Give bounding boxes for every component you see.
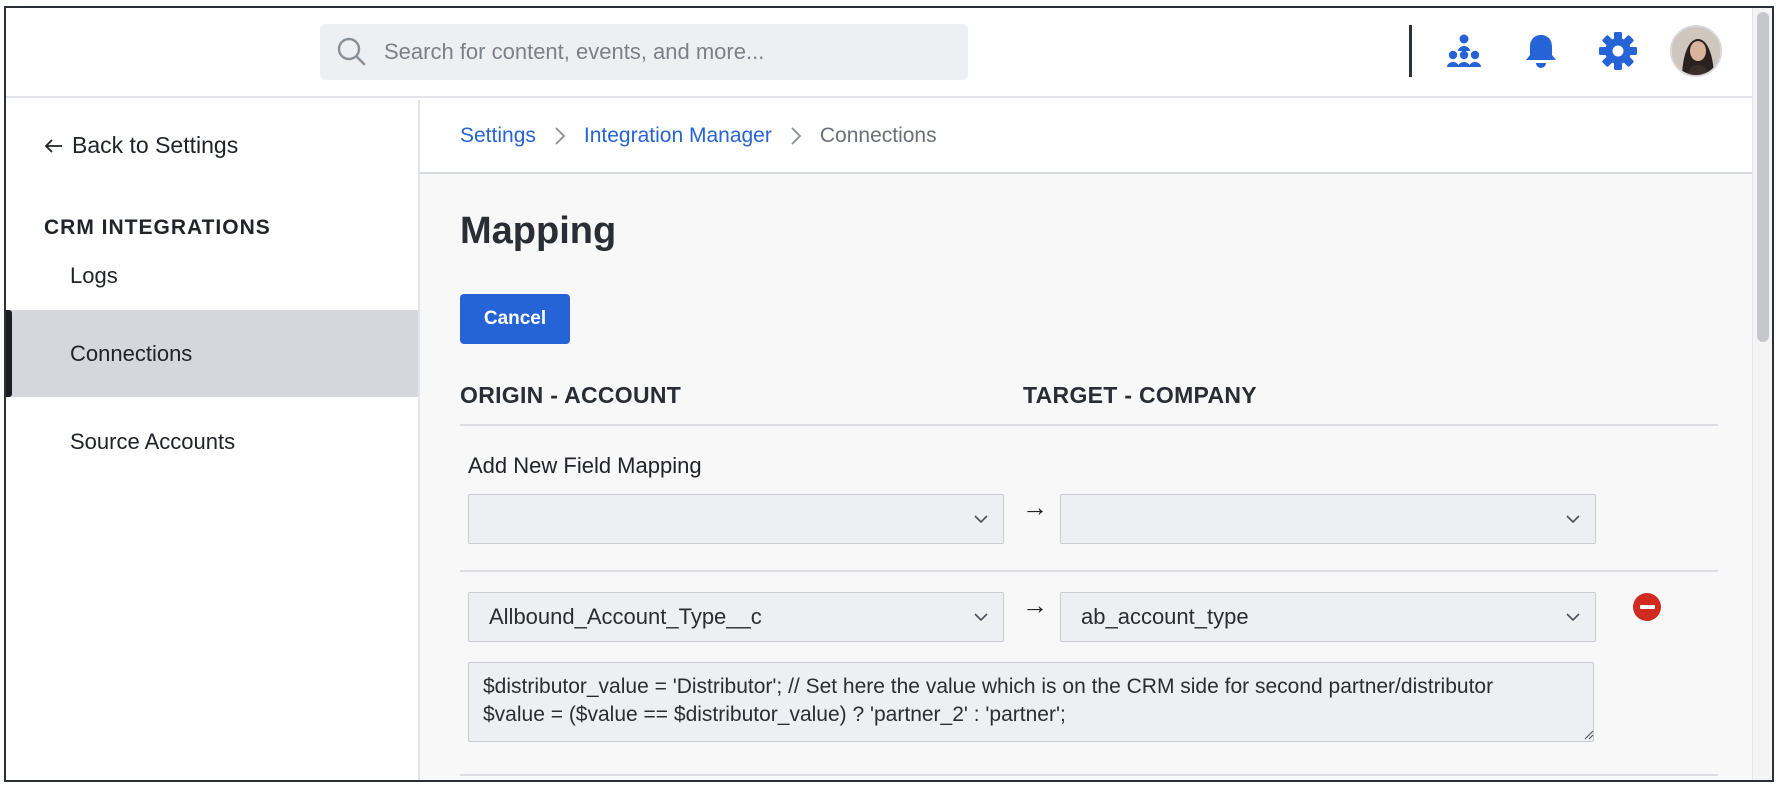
search-input[interactable] (384, 39, 944, 65)
target-column-heading: TARGET - COMPANY (1023, 382, 1257, 408)
remove-mapping-button[interactable] (1633, 593, 1661, 621)
sidebar-item-label: Connections (70, 340, 193, 366)
resize-handle-icon[interactable] (1582, 728, 1594, 740)
chevron-down-icon (974, 515, 988, 524)
breadcrumb-connections: Connections (819, 124, 937, 147)
arrow-left-icon (44, 138, 62, 153)
search-icon (337, 37, 366, 66)
chevron-right-icon (554, 126, 566, 146)
page-title: Mapping (460, 210, 617, 252)
arrow-right-icon: → (1022, 492, 1048, 522)
target-field-select[interactable]: ab_account_type (1060, 592, 1596, 642)
app-window: Back to Settings CRM INTEGRATIONS Logs C… (4, 6, 1774, 782)
breadcrumb: Settings Integration Manager Connections (420, 100, 1756, 174)
divider (460, 570, 1718, 572)
chevron-down-icon (1566, 613, 1580, 622)
breadcrumb-settings[interactable]: Settings (460, 124, 536, 148)
settings-sidebar: Back to Settings CRM INTEGRATIONS Logs C… (6, 100, 420, 780)
back-link-label: Back to Settings (72, 132, 239, 158)
chevron-right-icon (790, 126, 802, 146)
chevron-down-icon (1566, 515, 1580, 524)
main-content: Settings Integration Manager Connections… (420, 100, 1756, 780)
sidebar-item-label: Logs (70, 262, 118, 288)
search-bar[interactable] (320, 24, 968, 80)
minus-icon (1639, 605, 1655, 609)
bell-icon[interactable] (1520, 30, 1562, 72)
scrollbar-thumb[interactable] (1757, 12, 1769, 342)
back-to-settings-link[interactable]: Back to Settings (44, 132, 238, 159)
chevron-down-icon (974, 613, 988, 622)
new-target-field-select[interactable] (1060, 494, 1596, 544)
origin-column-heading: ORIGIN - ACCOUNT (460, 382, 682, 408)
arrow-right-icon: → (1022, 590, 1048, 620)
cancel-button[interactable]: Cancel (460, 294, 570, 344)
origin-field-select[interactable]: Allbound_Account_Type__c (468, 592, 1004, 642)
select-value: ab_account_type (1081, 604, 1249, 629)
vertical-scrollbar[interactable] (1752, 8, 1772, 780)
top-bar (6, 8, 1756, 98)
mapping-script-textarea[interactable]: $distributor_value = 'Distributor'; // S… (468, 662, 1594, 742)
divider (460, 774, 1718, 776)
toolbar-divider (1409, 25, 1412, 77)
select-value: Allbound_Account_Type__c (489, 604, 762, 629)
new-origin-field-select[interactable] (468, 494, 1004, 544)
user-avatar[interactable] (1670, 25, 1722, 77)
divider (460, 424, 1718, 426)
gear-icon[interactable] (1597, 30, 1639, 72)
sidebar-item-label: Source Accounts (70, 428, 236, 454)
add-mapping-label: Add New Field Mapping (468, 453, 702, 478)
sidebar-item-logs[interactable]: Logs (6, 232, 418, 319)
breadcrumb-integration-manager[interactable]: Integration Manager (584, 124, 772, 148)
sidebar-item-connections[interactable]: Connections (6, 310, 418, 397)
sidebar-item-source-accounts[interactable]: Source Accounts (6, 398, 418, 485)
org-chart-icon[interactable] (1443, 30, 1485, 72)
